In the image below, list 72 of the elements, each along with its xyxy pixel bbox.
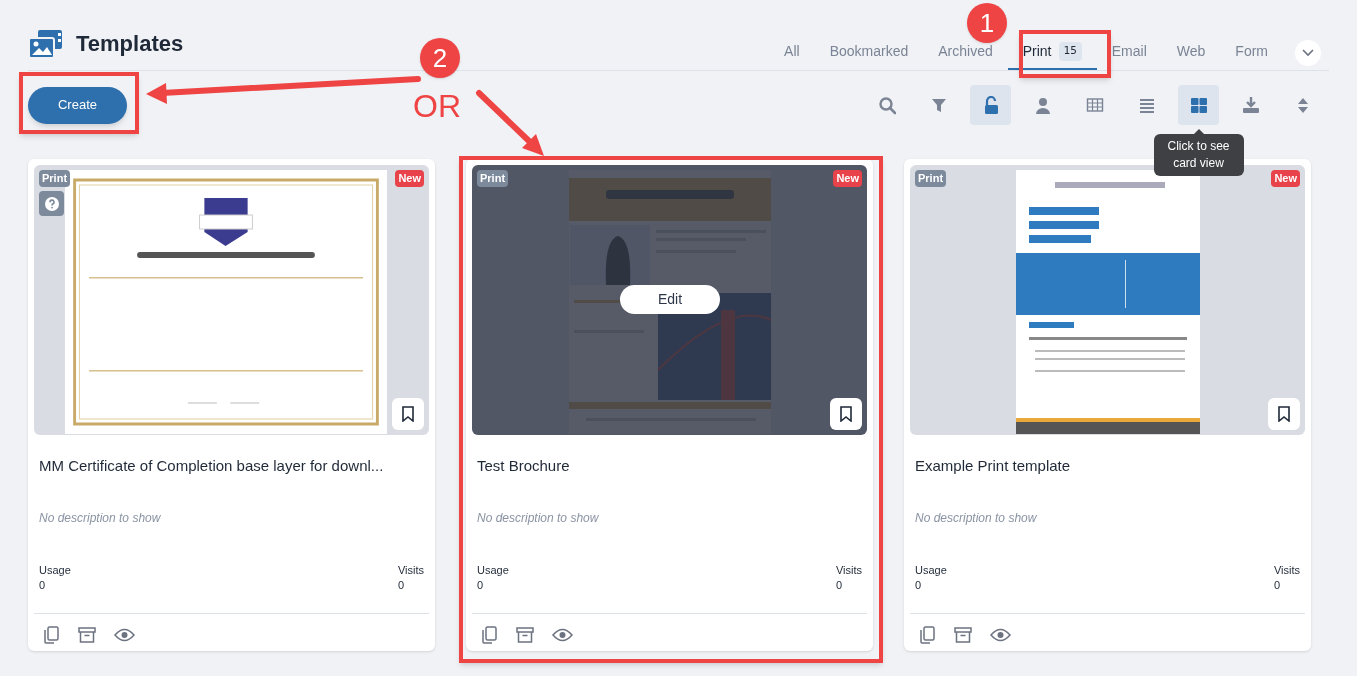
callout-number: 1 (967, 3, 1007, 43)
annotation-text: OR (413, 87, 461, 126)
images-icon (28, 28, 64, 59)
tab[interactable]: Email (1096, 41, 1162, 70)
usage-value: 0 (915, 577, 923, 593)
visits-value: 0 (397, 577, 406, 593)
archive-button[interactable] (953, 625, 973, 645)
table-icon (1085, 95, 1104, 115)
tab[interactable]: Archived (923, 41, 1008, 70)
bookmark-icon (402, 406, 414, 422)
copy-button[interactable] (917, 625, 937, 645)
usage-label: Usage (39, 562, 71, 578)
tab[interactable]: Print 15 (1007, 41, 1097, 70)
eye-icon (113, 628, 135, 642)
download-icon (1241, 95, 1260, 115)
new-badge: New (395, 170, 424, 187)
bookmark-button[interactable] (830, 398, 862, 430)
usage-label: Usage (477, 562, 509, 578)
tab[interactable]: Web (1161, 41, 1221, 70)
tab[interactable]: Bookmarked (814, 41, 924, 70)
card-title: Test Brochure (477, 456, 571, 476)
card-title: Example Print template (915, 456, 1072, 476)
usage-value: 0 (477, 577, 485, 593)
visits-label: Visits (397, 562, 424, 578)
copy-icon (480, 626, 498, 644)
bookmark-icon (840, 406, 852, 422)
page-title: Templates (76, 30, 184, 58)
copy-button[interactable] (41, 625, 61, 645)
type-badge: Print (915, 170, 947, 187)
card-description: No description to show (477, 509, 600, 527)
create-button[interactable]: Create (28, 86, 127, 124)
callout-number: 2 (420, 38, 460, 78)
tab[interactable]: All (769, 41, 815, 70)
usage-label: Usage (915, 562, 947, 578)
archive-icon (954, 627, 972, 643)
chevron-down-icon (1302, 49, 1314, 57)
person-icon (1033, 95, 1052, 115)
edit-button[interactable]: Edit (620, 285, 720, 314)
bookmark-button[interactable] (1268, 398, 1300, 430)
copy-button[interactable] (479, 625, 499, 645)
visits-value: 0 (1273, 577, 1282, 593)
archive-button[interactable] (77, 625, 97, 645)
bookmark-icon (1278, 406, 1290, 422)
card-description: No description to show (39, 509, 162, 527)
help-button[interactable] (39, 191, 64, 216)
type-badge: Print (39, 170, 71, 187)
arrow (476, 90, 544, 156)
grid-icon (1189, 95, 1208, 115)
new-badge: New (1271, 170, 1300, 187)
new-badge: New (833, 170, 862, 187)
usage-value: 0 (39, 577, 47, 593)
archive-button[interactable] (515, 625, 535, 645)
visits-label: Visits (835, 562, 862, 578)
card-title: MM Certificate of Completion base layer for downl... (39, 456, 385, 476)
copy-icon (42, 626, 60, 644)
eye-icon (551, 628, 573, 642)
visits-label: Visits (1273, 562, 1300, 578)
bookmark-button[interactable] (392, 398, 424, 430)
more-tabs-button[interactable] (1295, 40, 1321, 66)
copy-icon (918, 626, 936, 644)
tab[interactable]: Form (1220, 41, 1283, 70)
eye-icon (989, 628, 1011, 642)
tooltip: Click to see card view (1153, 134, 1244, 176)
card-description: No description to show (915, 509, 1038, 527)
archive-icon (78, 627, 96, 643)
lock-button[interactable] (970, 85, 1011, 125)
visits-value: 0 (835, 577, 844, 593)
archive-icon (516, 627, 534, 643)
type-badge: Print (477, 170, 509, 187)
search-icon (877, 95, 896, 115)
count-badge: 15 (1058, 42, 1082, 61)
question-icon (44, 196, 59, 211)
